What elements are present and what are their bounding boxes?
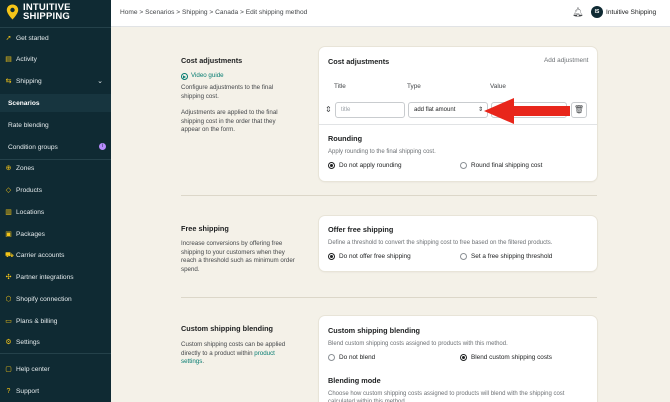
gear-icon: ⚙ <box>5 338 12 346</box>
rounding-title: Rounding <box>328 134 363 143</box>
play-icon: ▶ <box>181 72 188 80</box>
free-shipping-description: Increase conversions by offering free sh… <box>181 240 295 273</box>
cost-adjustments-section-title: Cost adjustments <box>181 56 243 65</box>
sidebar-item-get-started[interactable]: ➚ Get started <box>0 29 111 47</box>
support-icon: ? <box>6 387 11 395</box>
blending-section-title: Custom shipping blending <box>181 324 274 333</box>
nav-divider <box>0 353 111 354</box>
blending-mode-text: Choose how custom shipping costs assigne… <box>328 391 565 402</box>
sidebar-item-support[interactable]: ? Support <box>0 382 111 400</box>
column-value: Value <box>490 83 506 90</box>
locations-icon: ▥ <box>5 208 12 216</box>
cost-adjustments-description: Configure adjustments to the final shipp… <box>181 84 274 100</box>
sidebar-nav: ➚ Get started ▤ Activity ⇆ Shipping ⌄ Sc… <box>0 27 111 395</box>
free-shipping-section-title: Free shipping <box>181 224 229 233</box>
sidebar-item-activity[interactable]: ▤ Activity <box>0 50 111 68</box>
breadcrumb[interactable]: Home > Scenarios > Shipping > Canada > E… <box>120 9 307 16</box>
adjustment-title-input[interactable]: title <box>335 102 405 118</box>
radio-unselected <box>328 354 335 361</box>
sidebar-item-zones[interactable]: ⊕ Zones <box>0 159 111 177</box>
partner-icon: ✣ <box>5 273 12 281</box>
info-badge: i <box>99 143 106 150</box>
video-guide-link[interactable]: ▶ Video guide <box>181 72 224 81</box>
card-title: Cost adjustments <box>328 57 390 66</box>
select-arrows-icon: ⇕ <box>477 107 483 113</box>
rounding-option-round[interactable]: Round final shipping cost <box>460 162 542 169</box>
cost-adjustments-order-note: Adjustments are applied to the final shi… <box>181 109 278 133</box>
sidebar-item-help-center[interactable]: ▢ Help center <box>0 360 111 378</box>
top-bar: Home > Scenarios > Shipping > Canada > E… <box>111 0 670 27</box>
shipping-icon: ⇆ <box>5 77 12 85</box>
shopify-icon: ⬡ <box>5 295 12 303</box>
add-adjustment-link[interactable]: Add adjustment <box>544 57 588 64</box>
account-name[interactable]: Intuitive Shipping <box>606 9 656 16</box>
blending-mode-title: Blending mode <box>328 376 381 385</box>
card-title: Offer free shipping <box>328 225 394 234</box>
column-type: Type <box>407 83 421 90</box>
packages-icon: ▣ <box>5 230 12 238</box>
sidebar-item-carrier-accounts[interactable]: ⛟ Carrier accounts <box>0 246 111 264</box>
blending-card: Custom shipping blending Blend custom sh… <box>319 316 597 402</box>
bell-icon[interactable]: 🔔︎ <box>572 7 583 18</box>
sidebar-item-condition-groups[interactable]: Condition groups i <box>0 138 111 156</box>
sidebar-item-locations[interactable]: ▥ Locations <box>0 203 111 221</box>
radio-selected <box>328 162 335 169</box>
radio-selected <box>328 253 335 260</box>
brand-name: INTUITIVE SHIPPING <box>23 2 71 22</box>
sidebar-item-partner-integrations[interactable]: ✣ Partner integrations <box>0 268 111 286</box>
sidebar: INTUITIVE SHIPPING ➚ Get started ▤ Activ… <box>0 0 111 402</box>
blending-option-none[interactable]: Do not blend <box>328 354 375 361</box>
rocket-icon: ➚ <box>5 34 12 42</box>
zones-icon: ⊕ <box>5 164 12 172</box>
avatar[interactable]: IS <box>591 6 603 18</box>
sidebar-item-scenarios[interactable]: Scenarios <box>0 94 111 112</box>
carrier-icon: ⛟ <box>5 251 14 259</box>
sidebar-item-rate-blending[interactable]: Rate blending <box>0 116 111 134</box>
rounding-description: Apply rounding to the final shipping cos… <box>328 149 436 155</box>
billing-icon: ▭ <box>5 317 12 325</box>
sidebar-item-shopify-connection[interactable]: ⬡ Shopify connection <box>0 290 111 308</box>
section-divider <box>181 297 597 298</box>
brand-logo[interactable]: INTUITIVE SHIPPING <box>6 3 71 21</box>
radio-unselected <box>460 253 467 260</box>
rounding-option-none[interactable]: Do not apply rounding <box>328 162 402 169</box>
radio-selected <box>460 354 467 361</box>
sidebar-item-plans-billing[interactable]: ▭ Plans & billing <box>0 312 111 330</box>
chevron-down-icon: ⌄ <box>97 78 103 85</box>
drag-handle-icon[interactable]: ⇕ <box>325 105 332 114</box>
sidebar-item-products[interactable]: ◇ Products <box>0 181 111 199</box>
section-divider <box>181 195 597 196</box>
free-shipping-option-none[interactable]: Do not offer free shipping <box>328 253 411 260</box>
annotation-arrow-icon <box>484 98 570 124</box>
blending-card-text: Blend custom shipping costs assigned to … <box>328 341 508 347</box>
free-shipping-card-text: Define a threshold to convert the shippi… <box>328 240 553 246</box>
blending-description: Custom shipping costs can be applied dir… <box>181 341 286 365</box>
products-icon: ◇ <box>5 186 12 194</box>
help-icon: ▢ <box>5 365 12 373</box>
blending-option-blend[interactable]: Blend custom shipping costs <box>460 354 552 361</box>
adjustment-type-select[interactable]: add flat amount ⇕ <box>408 102 488 118</box>
logo-pin-icon <box>6 4 19 20</box>
free-shipping-option-threshold[interactable]: Set a free shipping threshold <box>460 253 552 260</box>
free-shipping-card: Offer free shipping Define a threshold t… <box>319 216 597 271</box>
radio-unselected <box>460 162 467 169</box>
sidebar-item-shipping[interactable]: ⇆ Shipping ⌄ <box>0 72 111 90</box>
card-title: Custom shipping blending <box>328 326 421 335</box>
column-title: Title <box>334 83 346 90</box>
activity-icon: ▤ <box>5 55 12 63</box>
sidebar-item-settings[interactable]: ⚙ Settings <box>0 333 111 351</box>
sidebar-item-packages[interactable]: ▣ Packages <box>0 225 111 243</box>
